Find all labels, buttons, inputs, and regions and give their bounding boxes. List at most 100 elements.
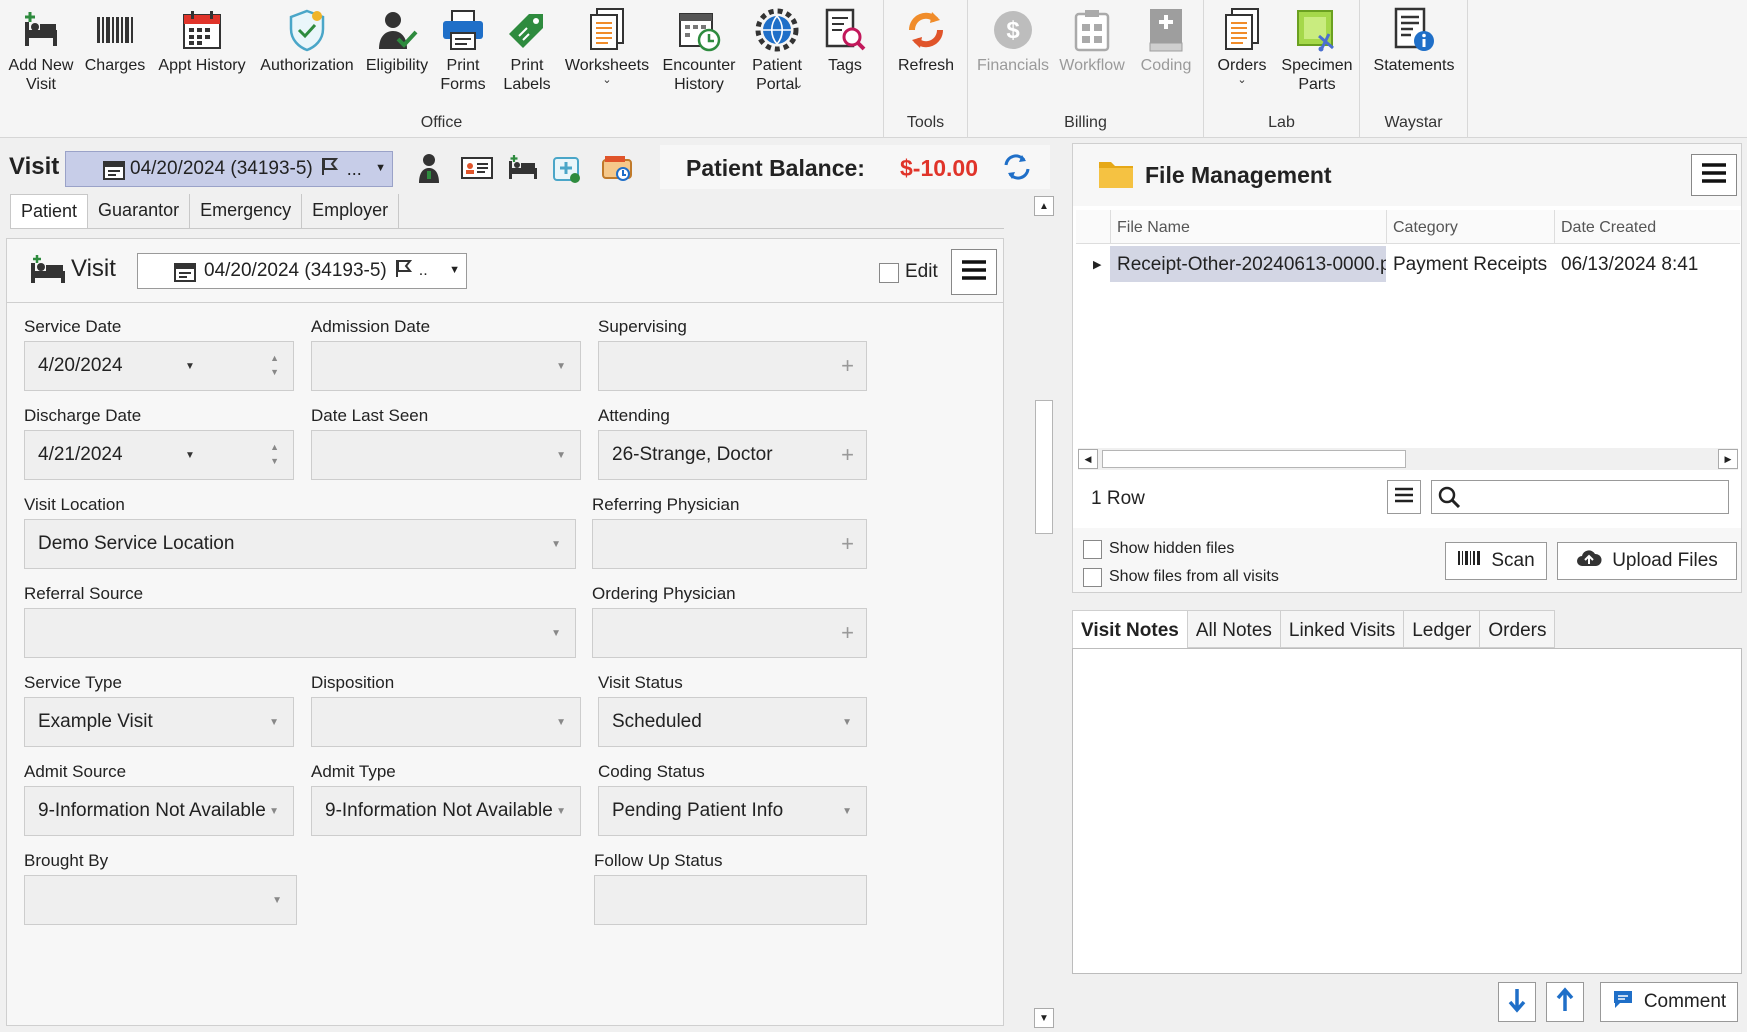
scroll-thumb[interactable] [1035, 400, 1053, 534]
spinner-icon[interactable]: ▲ ▼ [270, 351, 279, 379]
coding-status-field[interactable]: Pending Patient Info ▼ [598, 786, 867, 836]
tab-employer[interactable]: Employer [302, 194, 400, 228]
admit-type-field[interactable]: 9-Information Not Available ▼ [311, 786, 581, 836]
expand-row-icon[interactable]: ▶ [1086, 246, 1106, 282]
wallet-icon[interactable] [600, 151, 634, 185]
supervising-field[interactable]: + [598, 341, 867, 391]
attending-field[interactable]: 26-Strange, Doctor + [598, 430, 867, 480]
service-date-field[interactable]: 4/20/2024 ▼ ▲ ▼ [24, 341, 294, 391]
ribbon-group-label: Office [420, 114, 463, 131]
referring-physician-label: Referring Physician [592, 495, 740, 514]
ribbon-group-label: Billing [1064, 114, 1107, 131]
specimen-parts-button[interactable]: Specimen Parts [1281, 4, 1353, 94]
tab-orders[interactable]: Orders [1480, 610, 1556, 648]
dropdown-arrow-icon[interactable]: ▼ [185, 450, 195, 461]
date-last-seen-label: Date Last Seen [311, 406, 429, 425]
date-last-seen-field[interactable]: ▼ [311, 430, 581, 480]
show-all-visits-checkbox[interactable] [1083, 568, 1102, 587]
column-category[interactable]: Category [1386, 210, 1554, 244]
admission-date-field[interactable]: ▼ [311, 341, 581, 391]
referral-source-field[interactable]: ▼ [24, 608, 576, 658]
workflow-button[interactable]: Workflow [1056, 4, 1128, 75]
tags-button[interactable]: Tags [818, 4, 872, 75]
dropdown-arrow-icon: ▼ [269, 806, 279, 817]
dropdown-arrow-icon: ▼ [375, 162, 386, 174]
ribbon-group-office: Add New Visit Charges Appt History Autho… [0, 0, 884, 138]
move-up-button[interactable] [1546, 982, 1584, 1022]
file-search-input[interactable] [1431, 480, 1729, 514]
scroll-left-icon[interactable]: ◀ [1078, 449, 1098, 469]
worksheets-button[interactable]: Worksheets ⌄ [562, 4, 652, 86]
file-name-cell[interactable]: Receipt-Other-20240613-0000.pdf [1110, 246, 1386, 282]
service-type-field[interactable]: Example Visit ▼ [24, 697, 294, 747]
scroll-thumb[interactable] [1102, 450, 1406, 468]
tab-linked-visits[interactable]: Linked Visits [1280, 610, 1405, 648]
refresh-button[interactable]: Refresh [894, 4, 958, 75]
visit-location-field[interactable]: Demo Service Location ▼ [24, 519, 576, 569]
scroll-down-icon[interactable]: ▼ [1034, 1008, 1054, 1028]
hamburger-menu-icon [961, 259, 987, 286]
table-row[interactable]: ▶ Receipt-Other-20240613-0000.pdf Paymen… [1076, 246, 1740, 282]
move-down-button[interactable] [1498, 982, 1536, 1022]
statements-button[interactable]: Statements [1366, 4, 1462, 75]
add-new-visit-button[interactable]: Add New Visit [6, 4, 76, 94]
patient-icon[interactable] [412, 151, 446, 185]
follow-up-status-field[interactable] [594, 875, 867, 925]
coding-button[interactable]: Coding [1134, 4, 1198, 75]
id-card-icon[interactable] [460, 151, 494, 185]
referring-physician-field[interactable]: + [592, 519, 867, 569]
admit-source-label: Admit Source [24, 762, 127, 781]
medical-card-icon[interactable] [550, 151, 584, 185]
print-labels-button[interactable]: Print Labels [500, 4, 554, 94]
visit-bed-icon[interactable] [506, 151, 540, 185]
appt-history-button[interactable]: Appt History [154, 4, 250, 75]
spinner-icon[interactable]: ▲ ▼ [270, 440, 279, 468]
list-options-button[interactable] [1387, 480, 1421, 514]
form-vertical-scrollbar[interactable]: ▲ ▼ [1032, 194, 1056, 1030]
scan-button[interactable]: Scan [1445, 542, 1547, 580]
plus-icon[interactable]: + [841, 531, 854, 557]
charges-button[interactable]: Charges [84, 4, 146, 75]
tab-all-notes[interactable]: All Notes [1187, 610, 1281, 648]
financials-button[interactable]: $ Financials [977, 4, 1049, 75]
patient-portal-chevron-icon[interactable]: ⌄ [794, 80, 803, 91]
plus-icon[interactable]: + [841, 442, 854, 468]
discharge-date-field[interactable]: 4/21/2024 ▼ ▲ ▼ [24, 430, 294, 480]
ellipsis-icon: ... [346, 158, 362, 179]
tab-ledger[interactable]: Ledger [1404, 610, 1481, 648]
show-hidden-files-checkbox[interactable] [1083, 540, 1102, 559]
visit-select-dropdown[interactable]: 04/20/2024 (34193-5) ... ▼ [65, 151, 393, 187]
encounter-history-button[interactable]: Encounter History [660, 4, 738, 94]
brought-by-field[interactable]: ▼ [24, 875, 297, 925]
tab-patient[interactable]: Patient [10, 194, 89, 228]
plus-icon[interactable]: + [841, 353, 854, 379]
upload-files-button[interactable]: Upload Files [1557, 542, 1737, 580]
disposition-field[interactable]: ▼ [311, 697, 581, 747]
tab-visit-notes[interactable]: Visit Notes [1072, 610, 1188, 648]
file-menu-button[interactable] [1691, 154, 1737, 196]
visit-form-select[interactable]: 04/20/2024 (34193-5) .. ▼ [137, 253, 467, 289]
plus-icon[interactable]: + [841, 620, 854, 646]
comment-button[interactable]: Comment [1600, 982, 1738, 1022]
orders-button[interactable]: Orders ⌄ [1210, 4, 1274, 86]
dollar-icon: $ [989, 4, 1037, 56]
visit-status-field[interactable]: Scheduled ▼ [598, 697, 867, 747]
column-date-created[interactable]: Date Created [1554, 210, 1740, 244]
file-grid-horizontal-scrollbar[interactable]: ◀ ▶ [1078, 448, 1738, 470]
tab-guarantor[interactable]: Guarantor [88, 194, 191, 228]
print-forms-button[interactable]: Print Forms [436, 4, 490, 94]
admit-source-field[interactable]: 9-Information Not Available ▼ [24, 786, 294, 836]
form-menu-button[interactable] [951, 249, 997, 295]
scroll-up-icon[interactable]: ▲ [1034, 196, 1054, 216]
column-file-name[interactable]: File Name [1110, 210, 1386, 244]
ordering-physician-field[interactable]: + [592, 608, 867, 658]
dropdown-arrow-icon[interactable]: ▼ [185, 361, 195, 372]
tab-emergency[interactable]: Emergency [190, 194, 303, 228]
notes-content-area[interactable] [1072, 648, 1742, 974]
sync-refresh-icon[interactable] [1002, 153, 1032, 186]
edit-checkbox[interactable] [879, 263, 899, 283]
authorization-button[interactable]: Authorization [258, 4, 356, 75]
eligibility-button[interactable]: Eligibility [362, 4, 432, 75]
file-management-panel: File Management File Name Category Date … [1072, 143, 1742, 593]
scroll-right-icon[interactable]: ▶ [1718, 449, 1738, 469]
